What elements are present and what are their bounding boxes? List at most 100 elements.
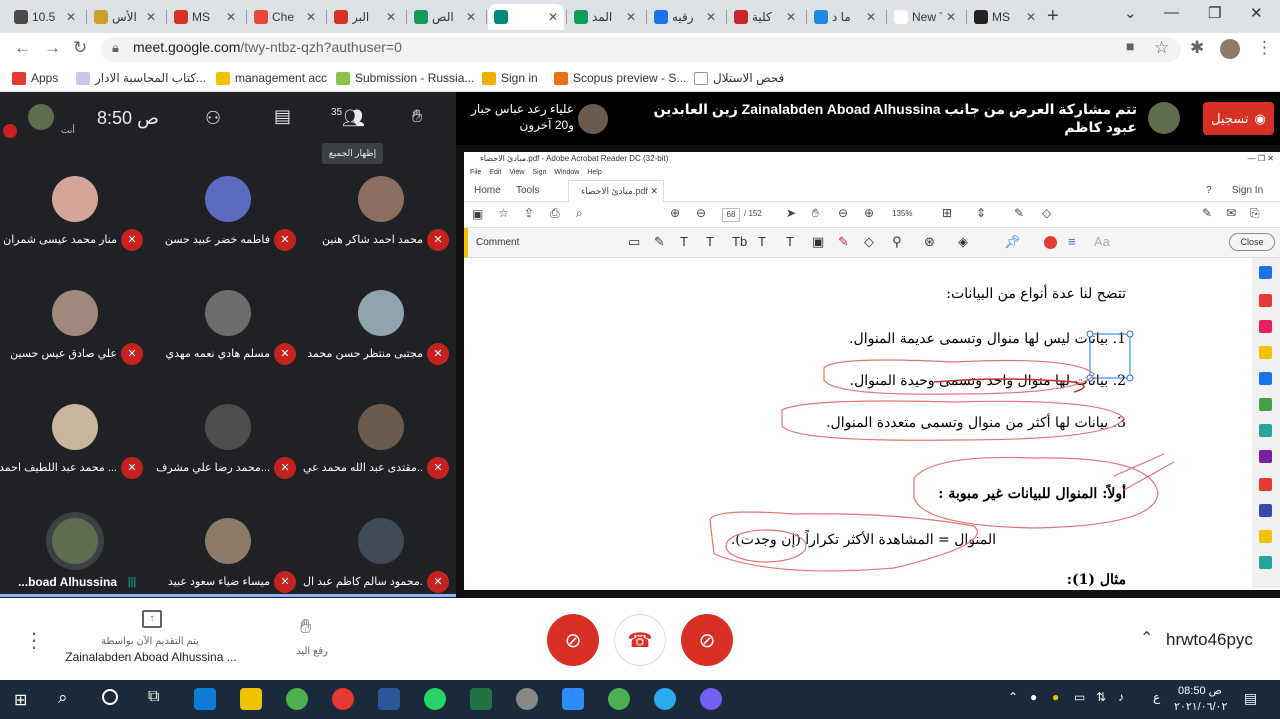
tab-close-icon[interactable]: ✕ xyxy=(786,10,796,24)
upload-icon[interactable]: ⇪ xyxy=(524,206,534,220)
whatsapp-icon[interactable] xyxy=(424,688,446,710)
tab-close-icon[interactable]: ✕ xyxy=(226,10,236,24)
browser-tab[interactable]: البر ✕ xyxy=(328,4,402,30)
word-icon[interactable] xyxy=(378,688,400,710)
combine-icon[interactable] xyxy=(1259,372,1272,385)
text-box-icon[interactable]: ▣ xyxy=(812,234,824,250)
tab-document[interactable]: مبادئ الاحصاء.pdf ✕ xyxy=(568,180,664,202)
tray-app-icon[interactable]: ● xyxy=(1052,690,1059,704)
bookmark-item[interactable]: Sign in xyxy=(482,71,538,85)
reader-menu-item[interactable]: Edit xyxy=(489,169,501,176)
help-icon[interactable]: ? xyxy=(1206,185,1212,196)
browser-tab[interactable]: الأس ✕ xyxy=(88,4,162,30)
color-picker-icon[interactable] xyxy=(1044,236,1057,249)
browser-tab[interactable]: رقيه ✕ xyxy=(648,4,722,30)
tab-close-icon[interactable]: ✕ xyxy=(706,10,716,24)
start-icon[interactable]: ⊞ xyxy=(14,690,27,710)
tray-network-icon[interactable]: ⇅ xyxy=(1096,690,1106,704)
font-size-icon[interactable]: Aa xyxy=(1094,234,1110,249)
browser-tab[interactable]: 10.5 ✕ xyxy=(8,4,82,30)
pin-participant-icon[interactable]: ✋︎ xyxy=(412,106,422,127)
edge-icon[interactable] xyxy=(194,688,216,710)
participant-tile[interactable]: فاطمه خضر عبيد حسن ✕ xyxy=(153,170,303,280)
zoom-level[interactable]: 135% xyxy=(892,209,912,218)
zoom-out-icon[interactable]: ⊖ xyxy=(838,206,848,220)
close-comment-button[interactable]: Close xyxy=(1229,233,1275,251)
telegram-icon[interactable] xyxy=(654,688,676,710)
tab-close-icon[interactable]: ✕ xyxy=(866,10,876,24)
link-icon[interactable]: ⎘ xyxy=(1250,206,1260,221)
send-icon[interactable] xyxy=(1259,504,1272,517)
bookmark-item[interactable]: Submission - Russia... xyxy=(336,71,474,85)
edit-pdf-icon[interactable] xyxy=(1259,320,1272,333)
viber-icon[interactable] xyxy=(700,688,722,710)
certificates-icon[interactable] xyxy=(1259,530,1272,543)
file-explorer-icon[interactable] xyxy=(240,688,262,710)
shapes-icon[interactable]: ◈ xyxy=(958,234,968,250)
bookmark-star-icon[interactable]: ☆ xyxy=(1154,38,1169,58)
bookmark-icon[interactable]: ☆ xyxy=(498,206,509,220)
leave-call-button[interactable]: ☎︎ xyxy=(614,614,666,666)
chat-icon[interactable]: ▤ xyxy=(274,106,291,127)
reader-menu-item[interactable]: Sign xyxy=(532,169,546,176)
strikethrough-icon[interactable]: T xyxy=(706,234,714,249)
stamp-icon[interactable]: ⚲ xyxy=(892,234,902,250)
activities-icon[interactable]: ⚇ xyxy=(205,108,221,129)
tab-close-icon[interactable]: ✕ xyxy=(650,186,658,196)
forward-icon[interactable]: → xyxy=(44,38,61,58)
pin-icon[interactable]: 📌︎ xyxy=(1004,234,1021,250)
zoom-in-icon[interactable]: ⊕ xyxy=(864,206,874,220)
browser-tab[interactable]: MS ✕ xyxy=(168,4,242,30)
organize-icon[interactable] xyxy=(1259,398,1272,411)
task-view-icon[interactable]: ⧉ xyxy=(148,688,159,706)
tab-home[interactable]: Home xyxy=(474,185,501,196)
reader-menu-item[interactable]: Help xyxy=(587,169,601,176)
page-number-input[interactable]: 68 xyxy=(722,208,740,222)
underline-text-icon[interactable]: T xyxy=(680,234,688,249)
tray-language[interactable]: ع xyxy=(1153,690,1160,704)
restore-icon[interactable]: ❐ xyxy=(1208,4,1221,22)
tray-volume-icon[interactable]: ♪ xyxy=(1118,690,1124,704)
present-icon[interactable]: ↑ xyxy=(142,610,162,628)
search-icon[interactable]: ⌕ xyxy=(576,206,583,221)
reader-menu-item[interactable]: File xyxy=(470,169,481,176)
share-icon[interactable]: ✎ xyxy=(1202,206,1212,220)
lock-icon[interactable]: 🔒︎ xyxy=(112,40,119,56)
reader-menu-item[interactable]: Window xyxy=(554,169,579,176)
tray-mic-icon[interactable]: ● xyxy=(1030,690,1037,704)
bookmark-item[interactable]: كتاب المحاسبة الادار... xyxy=(76,71,206,85)
participant-tile[interactable]: مقتدى عبد الله محمد عي... ✕ xyxy=(303,398,456,508)
page-up-icon[interactable]: ⊕ xyxy=(670,206,680,220)
browser-tab[interactable]: Che ✕ xyxy=(248,4,322,30)
cortana-icon[interactable] xyxy=(102,689,118,705)
fill-sign-pane-icon[interactable] xyxy=(1259,478,1272,491)
pencil-icon[interactable]: ✎ xyxy=(838,234,849,250)
bookmark-item[interactable]: management acc xyxy=(216,71,327,85)
protect-icon[interactable] xyxy=(1259,450,1272,463)
back-icon[interactable]: ← xyxy=(14,38,31,58)
record-button[interactable]: تسجيل ◉ xyxy=(1203,102,1274,135)
browser-tab[interactable]: MS ✕ xyxy=(968,4,1042,30)
menu-icon[interactable]: ⋮ xyxy=(1256,38,1273,58)
browser-tab[interactable]: الص ✕ xyxy=(408,4,482,30)
tray-power-icon[interactable]: ▭ xyxy=(1074,690,1085,704)
create-pdf-icon[interactable] xyxy=(1259,294,1272,307)
tab-tools[interactable]: Tools xyxy=(516,185,539,196)
reader-menu-item[interactable]: View xyxy=(509,169,524,176)
tag-icon[interactable]: ◇ xyxy=(1042,206,1051,220)
participant-tile[interactable]: محمد عبد اللطيف احمد ... ✕ xyxy=(0,398,150,508)
meeting-code[interactable]: hrwto46pyc xyxy=(1166,630,1253,650)
tab-close-icon[interactable]: ✕ xyxy=(146,10,156,24)
participant-tile[interactable]: علي صادق عيس حسين ✕ xyxy=(0,284,150,394)
select-tool-icon[interactable]: ➤ xyxy=(786,206,796,220)
zoom-icon[interactable] xyxy=(562,688,584,710)
browser-tab[interactable]: كلية ✕ xyxy=(728,4,802,30)
tab-close-icon[interactable]: ✕ xyxy=(1026,10,1036,24)
highlight-icon[interactable]: ✎ xyxy=(654,234,665,250)
browser-tab[interactable]: ما د ✕ xyxy=(808,4,882,30)
tab-close-icon[interactable]: ✕ xyxy=(946,10,956,24)
profile-avatar[interactable] xyxy=(1220,39,1240,59)
reload-icon[interactable]: ↻ xyxy=(73,38,87,58)
excel-icon[interactable] xyxy=(470,688,492,710)
tray-time[interactable]: 08:50 ص xyxy=(1174,684,1226,697)
